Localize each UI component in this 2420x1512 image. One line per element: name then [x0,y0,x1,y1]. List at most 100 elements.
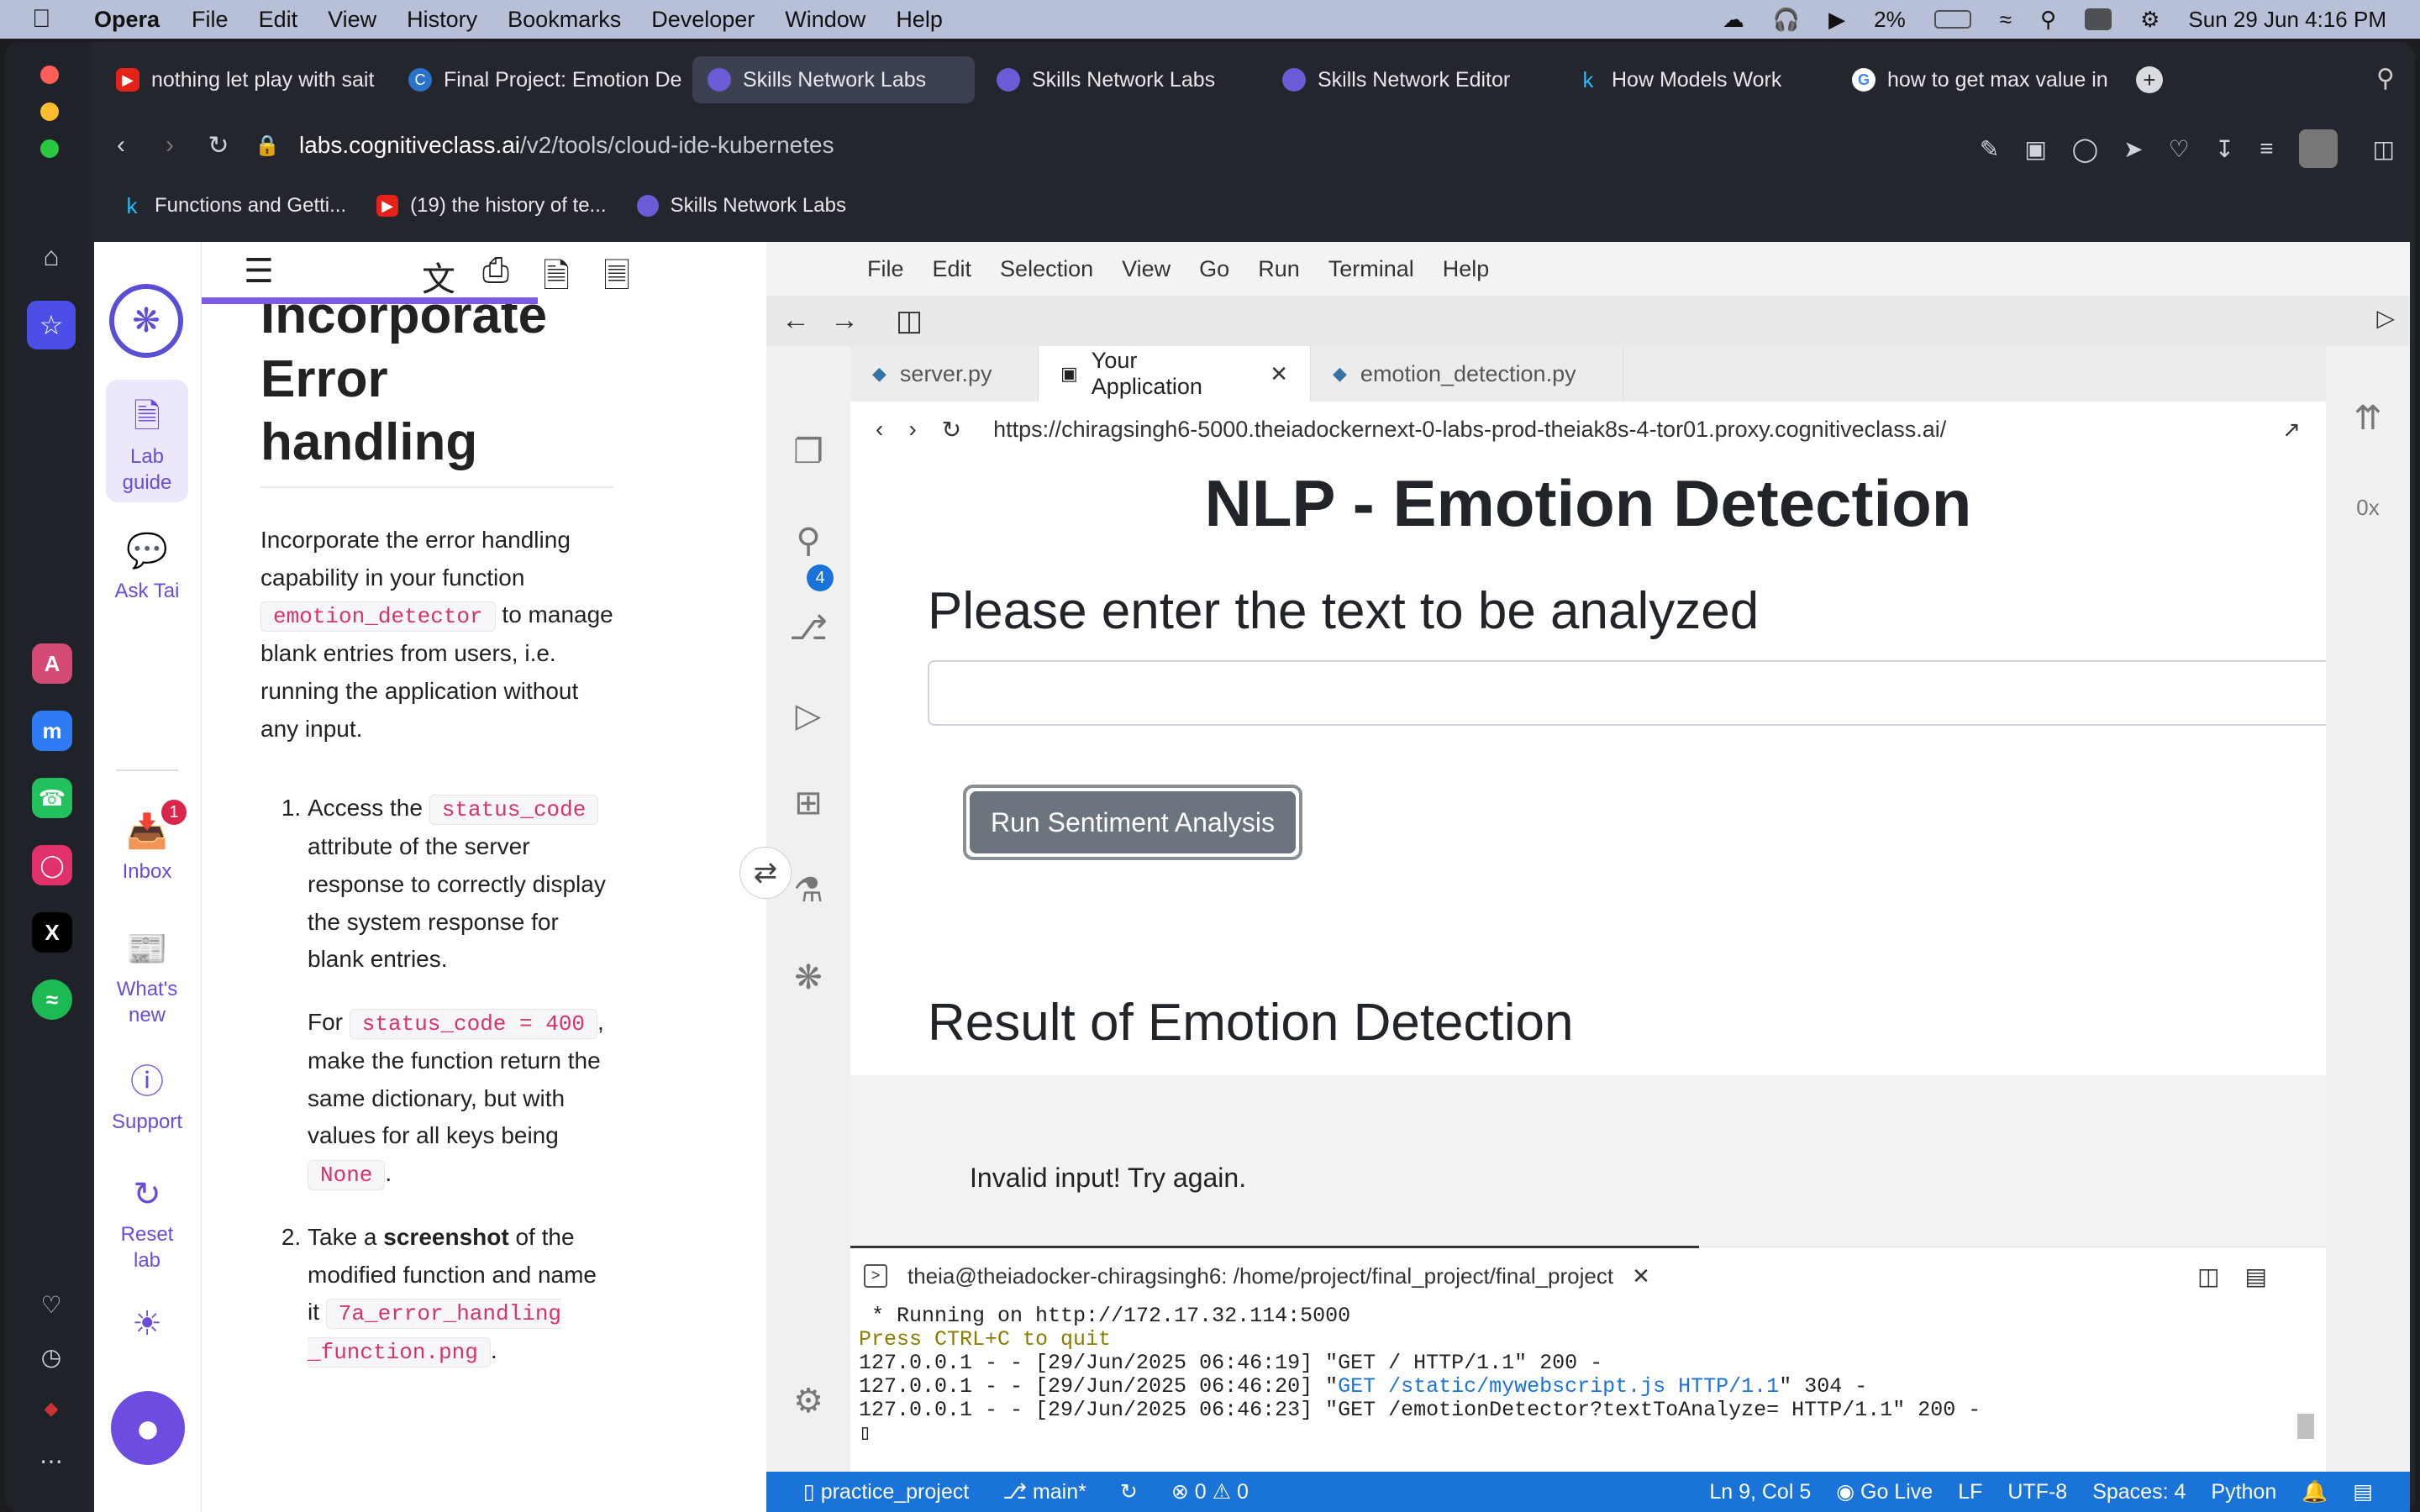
skills-network-toolbox-icon[interactable]: ❋ [786,956,830,1000]
font-increase-icon[interactable]: 🗎 [543,252,570,309]
memory-inspector-icon[interactable]: 0x [2346,486,2390,529]
open-external-icon[interactable]: ↗ [2282,417,2301,443]
settings-gear-icon[interactable]: ⚙ [786,1379,830,1423]
menubar-help[interactable]: Help [896,7,943,33]
terminal-layout-icons[interactable]: ◫▤ [2197,1263,2292,1290]
swap-panels-icon[interactable]: ⇄ [739,847,792,899]
theme-toggle-sun-icon[interactable]: ☀ [106,1302,188,1346]
bookmark-item[interactable]: k Functions and Getti... [121,193,347,218]
minimize-window-button[interactable] [40,102,59,121]
spotlight-search-icon[interactable]: ⚲ [2040,7,2056,33]
toggle-right-panel-icon[interactable]: ▷ [2376,304,2395,332]
edit-page-icon[interactable]: ✎ [1980,135,1999,163]
menubar-edit[interactable]: Edit [259,7,298,33]
ask-tai-nav-item[interactable]: 💬 Ask Tai [106,529,188,604]
ide-menu-run[interactable]: Run [1258,256,1300,282]
close-terminal-icon[interactable]: ✕ [1632,1263,1650,1289]
skills-network-logo-icon[interactable]: ❋ [109,284,183,358]
menubar-window[interactable]: Window [785,7,865,33]
editor-tab-your-application[interactable]: ▣ Your Application ✕ [1039,346,1311,402]
whats-new-nav-item[interactable]: 📰 What's new [106,927,188,1028]
workspace-indicator[interactable]: ▯ practice_project [803,1479,969,1504]
font-decrease-icon[interactable]: 🗏 [603,252,630,309]
extensions-icon[interactable]: ⊞ [786,781,830,825]
line-ending[interactable]: LF [1958,1480,1982,1504]
wifi-icon[interactable]: ≈ [2000,7,2012,33]
browser-tab[interactable]: k How Models Work [1561,56,1830,103]
snapshot-camera-icon[interactable]: ▣ [2024,135,2046,163]
history-clock-icon[interactable]: ◷ [27,1332,76,1381]
forward-arrow-icon[interactable]: → [830,304,859,337]
back-arrow-icon[interactable]: ← [781,304,810,337]
profile-avatar[interactable] [2298,129,2338,168]
git-branch-indicator[interactable]: ⎇ main* [1002,1479,1086,1504]
browser-tab[interactable]: Skills Network Editor [1267,56,1555,103]
menubar-developer[interactable]: Developer [651,7,755,33]
cloud-icon[interactable]: ☁ [1723,7,1744,33]
outline-icon[interactable]: ⇈ [2346,396,2390,440]
cursor-position[interactable]: Ln 9, Col 5 [1709,1480,1811,1504]
easy-setup-icon[interactable]: ≡ [2260,135,2273,162]
sync-icon[interactable]: ↻ [1120,1479,1138,1504]
more-options-icon[interactable]: ⋯ [27,1436,76,1485]
ide-menu-go[interactable]: Go [1199,256,1229,282]
send-icon[interactable]: ➤ [2123,135,2143,163]
x-app-icon[interactable]: X [32,912,72,953]
problems-indicator[interactable]: ⊗ 0 ⚠ 0 [1171,1479,1249,1504]
preview-url-field[interactable]: https://chiragsingh6-5000.theiadockernex… [993,417,1946,443]
shield-icon[interactable]: ◯ [2072,135,2098,163]
browser-tab[interactable]: Skills Network Labs [981,56,1260,103]
preview-reload-icon[interactable]: ↻ [942,416,961,444]
app-status-icon[interactable] [2085,8,2112,30]
download-icon[interactable]: ↧ [2215,135,2234,163]
heart-icon[interactable]: ♡ [2169,135,2190,163]
browser-tab[interactable]: C Final Project: Emotion De [393,56,686,103]
text-to-analyze-input[interactable] [928,660,2326,726]
menubar-history[interactable]: History [407,7,477,33]
print-icon[interactable]: ⎙ [482,252,509,290]
testing-flask-icon[interactable]: ⚗ [786,869,830,912]
preview-forward-icon[interactable]: › [908,416,916,443]
terminal-scrollbar[interactable] [2297,1414,2314,1439]
control-center-icon[interactable]: ⚙ [2140,7,2160,33]
notifications-bell-icon[interactable]: 🔔 [2302,1480,2328,1504]
menubar-bookmarks[interactable]: Bookmarks [508,7,621,33]
ide-menu-file[interactable]: File [867,256,904,282]
language-mode[interactable]: Python [2211,1480,2276,1504]
browser-tab-active[interactable]: Skills Network Labs [692,56,975,103]
source-control-icon[interactable]: ⎇ [786,606,830,650]
translate-icon[interactable]: 文 [422,252,455,301]
explorer-files-icon[interactable]: ❐ [786,430,830,474]
lock-icon[interactable]: 🔒 [249,134,286,158]
pinboard-icon[interactable]: ☆ [27,301,76,349]
indentation[interactable]: Spaces: 4 [2092,1480,2186,1504]
headphones-icon[interactable]: 🎧 [1773,7,1800,33]
reset-lab-nav-item[interactable]: ↻ Reset lab [106,1173,188,1273]
terminal-output[interactable]: * Running on http://172.17.32.114:5000 Pr… [859,1305,2321,1446]
close-tab-icon[interactable]: ✕ [1270,361,1288,387]
lab-guide-nav-item[interactable]: 🗎 Lab guide [106,380,188,502]
go-live-button[interactable]: ◉ Go Live [1836,1479,1933,1504]
run-sentiment-analysis-button[interactable]: Run Sentiment Analysis [970,791,1296,853]
extensions-cube-icon[interactable]: ◫ [2373,135,2395,163]
reload-icon[interactable]: ↻ [200,131,237,160]
table-of-contents-icon[interactable]: ☰ [244,252,274,291]
encoding[interactable]: UTF-8 [2007,1480,2067,1504]
bookmark-item[interactable]: ▶ (19) the history of te... [376,194,607,218]
forward-arrow-icon[interactable]: › [151,131,188,160]
ide-menu-terminal[interactable]: Terminal [1328,256,1414,282]
ide-menu-view[interactable]: View [1122,256,1171,282]
browser-tab[interactable]: ▶ nothing let play with sait [101,56,387,103]
home-icon[interactable]: ⌂ [27,232,76,281]
play-icon[interactable]: ▶ [1828,7,1845,33]
toggle-sidebar-icon[interactable]: ◫ [896,304,923,338]
tab-search-icon[interactable]: ⚲ [2376,64,2395,93]
heart-icon[interactable]: ♡ [27,1280,76,1329]
ide-menu-edit[interactable]: Edit [933,256,972,282]
support-nav-item[interactable]: ⓘ Support [106,1060,188,1135]
battery-icon[interactable] [1933,10,1971,29]
editor-tab-server-py[interactable]: ◆ server.py [850,346,1039,402]
whatsapp-app-icon[interactable]: ☎ [32,778,72,818]
menubar-view[interactable]: View [328,7,376,33]
ide-menu-help[interactable]: Help [1443,256,1490,282]
